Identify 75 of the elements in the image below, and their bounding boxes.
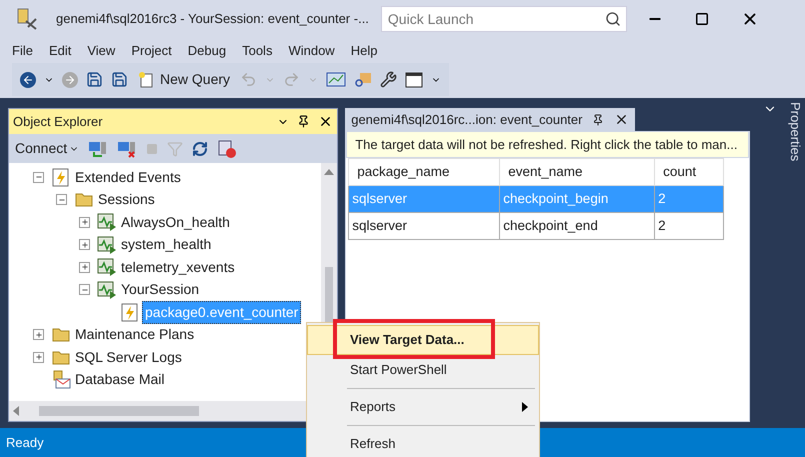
plus-icon xyxy=(34,353,42,362)
info-bar: The target data will not be refreshed. Right click the table to man... xyxy=(346,131,749,158)
lightning-document-icon xyxy=(121,302,139,322)
lightning-document-icon xyxy=(52,168,70,187)
pin-icon[interactable] xyxy=(592,114,604,126)
window-icon[interactable] xyxy=(405,72,424,88)
refresh-icon[interactable] xyxy=(192,140,208,156)
maximize-icon[interactable] xyxy=(694,12,709,26)
menu-item[interactable]: Refresh xyxy=(307,429,539,457)
save-all-icon[interactable] xyxy=(111,71,128,88)
connect-button[interactable]: Connect xyxy=(15,138,80,159)
new-query-button[interactable]: New Query xyxy=(136,69,232,90)
back-icon[interactable] xyxy=(20,72,36,88)
session-icon xyxy=(97,258,117,276)
plus-icon xyxy=(80,240,88,249)
panel-title: Object Explorer xyxy=(13,112,104,131)
tree-item[interactable]: system_health xyxy=(119,234,214,256)
menu-item[interactable]: Window xyxy=(280,40,343,60)
expand-toggle[interactable] xyxy=(79,262,90,273)
scroll-thumb[interactable] xyxy=(39,406,199,416)
menu-item[interactable]: Debug xyxy=(180,40,234,60)
plus-icon xyxy=(80,263,88,272)
folder-icon xyxy=(75,192,93,208)
submenu-arrow-icon xyxy=(522,402,528,412)
collapse-toggle[interactable] xyxy=(56,194,67,206)
plus-icon xyxy=(80,218,88,226)
menu-item[interactable]: Reports xyxy=(307,392,539,422)
table-cell: 2 xyxy=(654,212,724,240)
menu-item[interactable]: Start PowerShell xyxy=(307,355,539,385)
menu-item[interactable]: View xyxy=(79,40,124,60)
session-icon xyxy=(97,280,117,299)
menu-item[interactable]: Edit xyxy=(40,40,80,60)
scroll-up-icon[interactable] xyxy=(324,169,334,175)
session-icon xyxy=(97,213,117,232)
tree-item[interactable]: YourSession xyxy=(119,279,202,300)
wrench-icon[interactable] xyxy=(380,71,398,88)
table-cell: checkpoint_end xyxy=(500,212,655,240)
tree-item[interactable]: SQL Server Logs xyxy=(73,346,184,368)
mail-icon xyxy=(51,370,71,390)
chart-icon[interactable] xyxy=(326,70,346,88)
tree-item[interactable]: Maintenance Plans xyxy=(73,324,196,346)
tree-item[interactable]: Sessions xyxy=(96,189,157,210)
tree-item[interactable]: AlwaysOn_health xyxy=(119,212,232,233)
save-icon[interactable] xyxy=(86,71,103,88)
folder-icon xyxy=(52,327,70,342)
connect-server-icon[interactable] xyxy=(88,140,108,158)
table-row[interactable]: sqlserver checkpoint_end 2 xyxy=(348,212,724,240)
column-header[interactable]: package_name xyxy=(348,158,500,186)
tree-item[interactable]: Database Mail xyxy=(73,369,166,390)
window-title: genemi4f\sql2016rc3 - YourSession: event_counter -... xyxy=(56,10,369,28)
search-icon xyxy=(604,11,621,27)
table-cell: sqlserver xyxy=(348,212,500,240)
collapse-toggle[interactable] xyxy=(33,172,44,183)
tree-item[interactable]: telemetry_xevents xyxy=(119,256,237,278)
pin-icon[interactable] xyxy=(297,115,310,128)
document-tab[interactable]: genemi4f\sql2016rc...ion: event_counter xyxy=(345,108,636,131)
expand-toggle[interactable] xyxy=(33,352,44,363)
quick-launch-field[interactable]: Quick Launch xyxy=(380,6,627,32)
expand-toggle[interactable] xyxy=(79,239,90,250)
expand-toggle[interactable] xyxy=(79,216,90,228)
menu-item[interactable]: File xyxy=(4,40,41,60)
tree-item[interactable]: Extended Events xyxy=(73,166,183,188)
disconnect-server-icon[interactable] xyxy=(117,140,138,158)
menu-item[interactable]: Help xyxy=(342,40,386,60)
plus-icon xyxy=(34,330,42,339)
column-header[interactable]: event_name xyxy=(500,158,655,186)
session-icon xyxy=(97,236,117,254)
menu-item[interactable]: View Target Data... xyxy=(307,325,539,355)
scroll-left-icon[interactable] xyxy=(13,406,19,416)
folder-icon xyxy=(52,350,70,365)
menu-item[interactable]: Tools xyxy=(234,40,280,60)
menu-item[interactable]: Project xyxy=(123,40,180,60)
collapse-toggle[interactable] xyxy=(79,284,90,296)
properties-tab[interactable]: Properties xyxy=(786,102,805,172)
expand-toggle[interactable] xyxy=(33,329,44,340)
